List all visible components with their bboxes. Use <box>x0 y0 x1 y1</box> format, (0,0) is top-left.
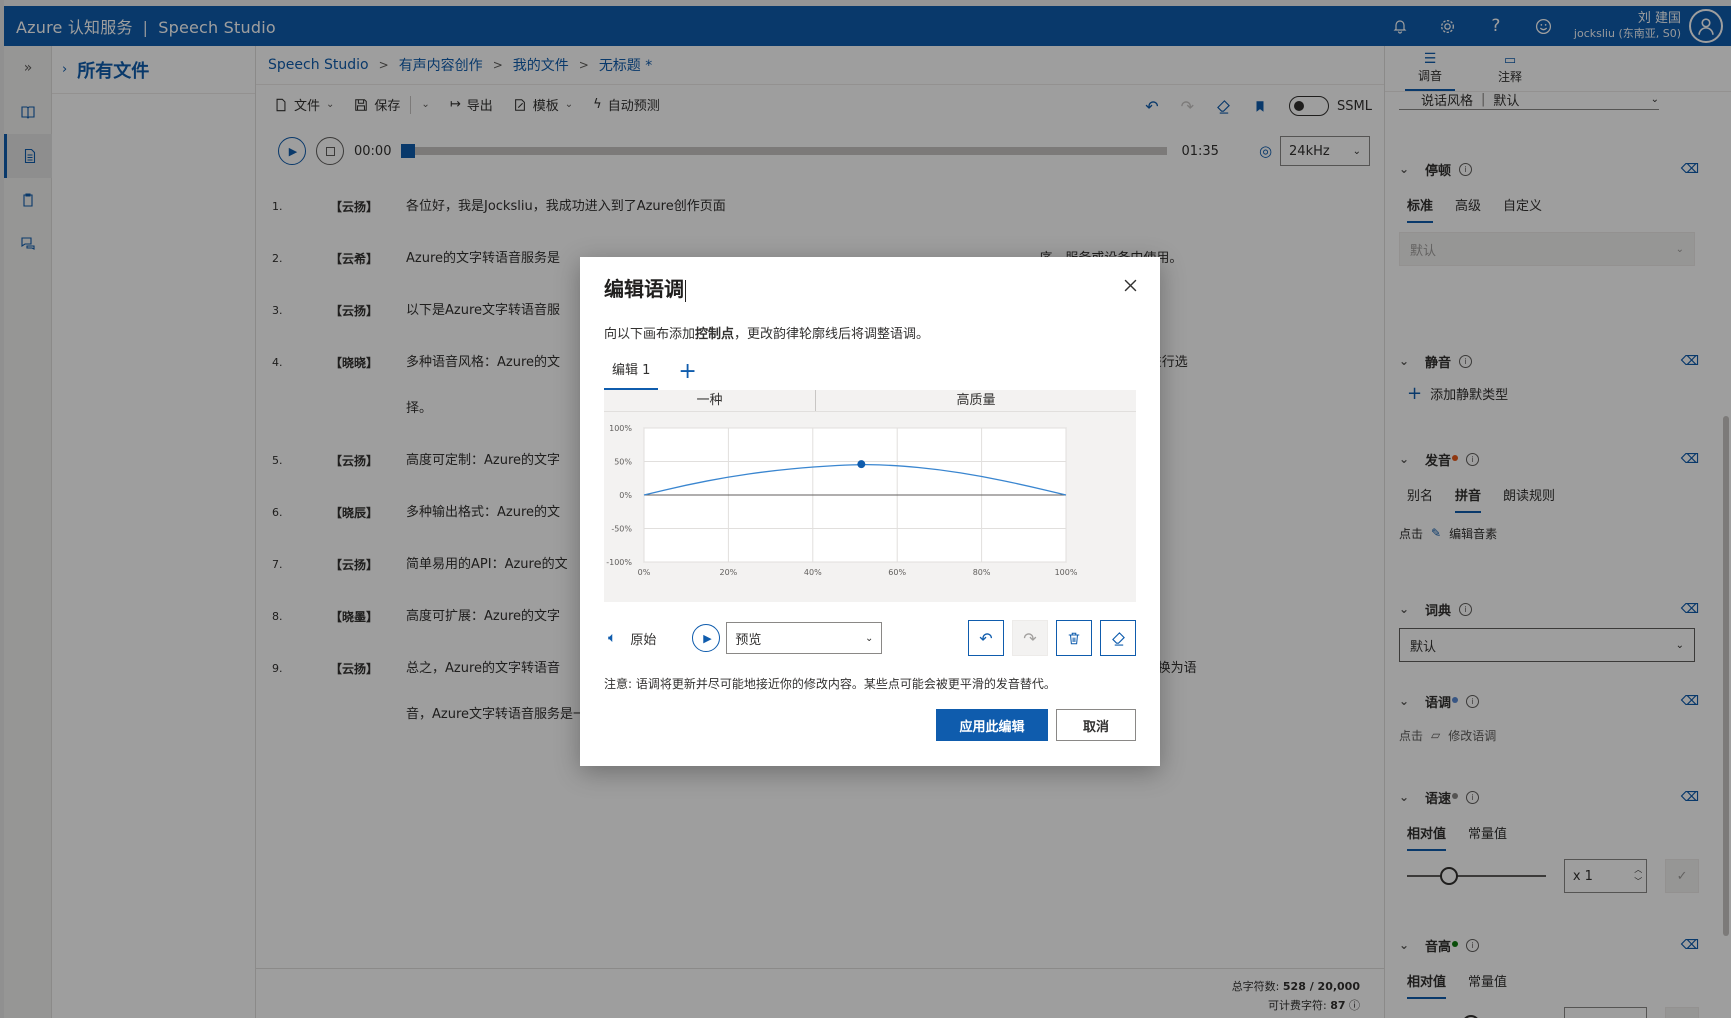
chart-x-tick-label: 40% <box>804 568 822 577</box>
dialog-description: 向以下画布添加控制点，更改韵律轮廓线后将调整语调。 <box>604 327 930 342</box>
chart-y-tick-label: 0% <box>619 491 632 500</box>
original-label: 原始 <box>630 632 657 648</box>
chart-x-tick-label: 0% <box>638 568 651 577</box>
dialog-note: 注意: 语调将更新并尽可能地接近你的修改内容。某些点可能会被更平滑的发音替代。 <box>604 677 1056 691</box>
chart-y-tick-label: -50% <box>611 525 632 534</box>
chart-y-tick-label: 100% <box>609 424 632 433</box>
apply-edit-button[interactable]: 应用此编辑 <box>936 709 1048 741</box>
undo-icon: ↶ <box>979 628 993 648</box>
redo-button[interactable]: ↷ <box>1012 620 1048 656</box>
delete-button[interactable] <box>1056 620 1092 656</box>
undo-button[interactable]: ↶ <box>968 620 1004 656</box>
preview-select[interactable]: 预览 ⌄ <box>726 622 883 654</box>
intonation-chart[interactable]: 一种 高质量 0% 20% 40% 60% 80% 100% 100% 50% 0% -50% -1… <box>604 390 1136 602</box>
preview-value: 预览 <box>735 632 762 648</box>
chart-x-tick-label: 80% <box>973 568 991 577</box>
speaker-icon[interactable]: 🔈︎ <box>608 630 616 646</box>
chart-y-tick-label: 50% <box>614 458 632 467</box>
trash-icon <box>1068 632 1080 644</box>
chart-y-tick-label: -100% <box>606 558 632 567</box>
chart-x-tick-label: 60% <box>888 568 906 577</box>
tab-edit-1[interactable]: 编辑 1 <box>604 353 659 390</box>
eraser-icon <box>1111 631 1125 646</box>
play-icon: ▶ <box>703 631 712 645</box>
redo-icon: ↷ <box>1023 628 1037 648</box>
chart-x-tick-label: 20% <box>720 568 738 577</box>
cancel-button[interactable]: 取消 <box>1056 709 1136 741</box>
play-preview-button[interactable]: ▶ <box>692 624 721 652</box>
reset-button[interactable] <box>1100 620 1136 656</box>
chart-x-tick-label: 100% <box>1055 568 1078 577</box>
intonation-chart-svg[interactable]: 0% 20% 40% 60% 80% 100% 100% 50% 0% -50% -100% <box>604 390 1136 602</box>
edit-intonation-dialog: 编辑语调 向以下画布添加控制点，更改韵律轮廓线后将调整语调。 编辑 1 + 一种… <box>580 257 1160 766</box>
add-tab-icon[interactable]: + <box>678 360 696 382</box>
dialog-title: 编辑语调 <box>604 277 684 301</box>
chart-control-point[interactable] <box>857 460 866 469</box>
chevron-down-icon: ⌄ <box>865 632 874 644</box>
close-icon[interactable] <box>1120 275 1140 295</box>
